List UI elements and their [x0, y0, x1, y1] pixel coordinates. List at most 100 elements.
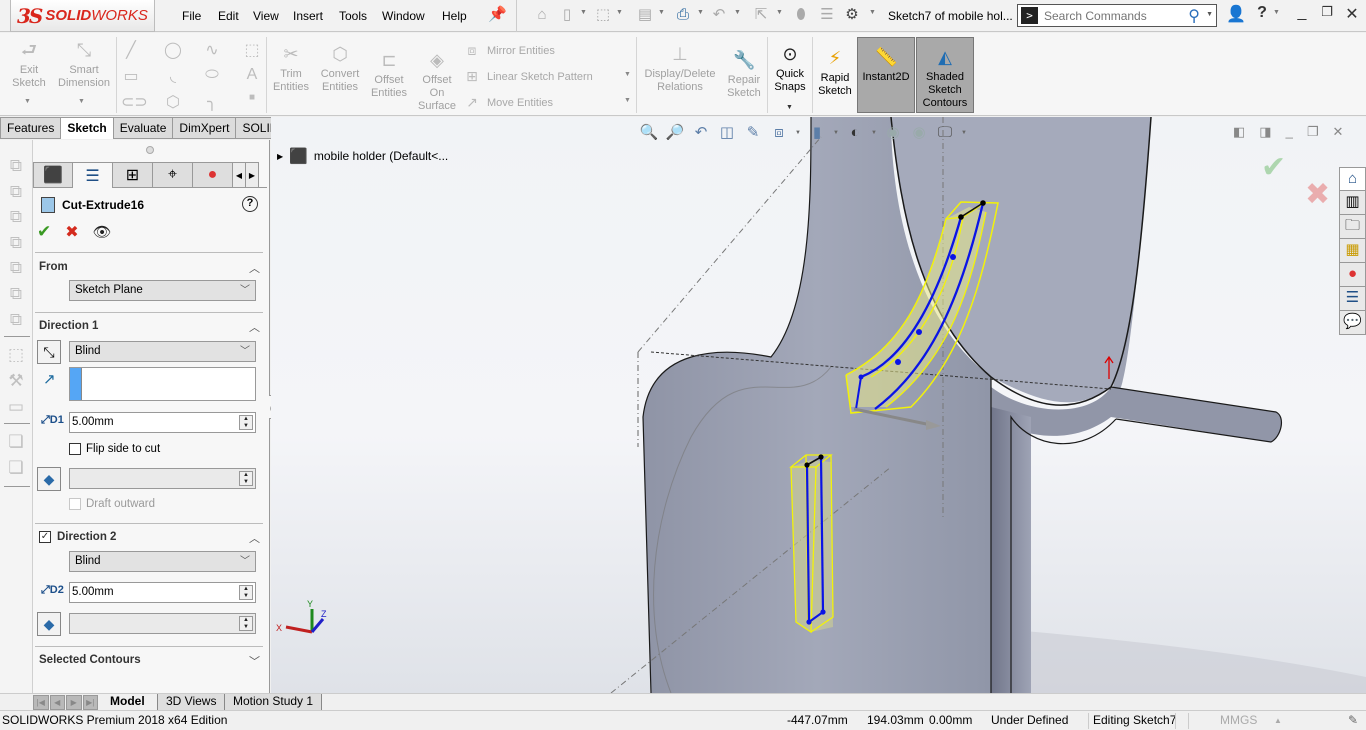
rapid-sketch-button[interactable]: ⚡ Rapid Sketch	[814, 47, 856, 98]
convert-entities-button[interactable]: ⬡ Convert Entities	[316, 43, 364, 94]
slot-icon[interactable]: ⊂⊃	[121, 92, 148, 112]
feature-tree-flyout[interactable]: ▶ ⬛ mobile holder (Default<...	[277, 147, 448, 165]
copy-icon[interactable]: ❏	[6, 458, 26, 478]
arc-icon[interactable]: ◟	[163, 66, 183, 86]
tab-evaluate[interactable]: Evaluate	[113, 117, 174, 139]
rebuild-icon[interactable]: ⬮	[792, 6, 810, 24]
menu-file[interactable]: File	[182, 9, 201, 23]
smart-dimension-button[interactable]: ⤡ Smart Dimension	[55, 39, 113, 90]
spin-buttons[interactable]: ▲ ▼	[239, 471, 253, 486]
print-icon[interactable]: ⎙	[674, 6, 692, 24]
close-icon[interactable]: ✕	[1342, 4, 1362, 24]
previous-view-icon[interactable]: ↶	[691, 123, 711, 143]
chevron-up-icon[interactable]: ︿	[249, 260, 260, 276]
draft-toggle-button[interactable]: ◆	[37, 467, 61, 491]
cancel-x-icon[interactable]: ✖	[65, 222, 78, 242]
chevron-down-icon[interactable]: ▼	[833, 130, 839, 136]
view-back-icon[interactable]: ⧉	[6, 182, 26, 202]
open-icon[interactable]: ⬚	[594, 6, 612, 24]
property-manager-tab-icon[interactable]: ☰	[73, 162, 113, 188]
polygon-icon[interactable]: ⬡	[163, 92, 183, 112]
graphics-area[interactable]: Y X Z ▶ ⬛ mobile holder (Default<... 🔍 🔎…	[271, 117, 1366, 693]
offset-on-surface-button[interactable]: ◈ Offset On Surface	[414, 49, 460, 113]
apply-scene-icon[interactable]: ◉	[909, 123, 929, 143]
chevron-down-icon[interactable]: ▼	[624, 71, 631, 78]
point-icon[interactable]: ■	[242, 92, 262, 103]
chevron-down-icon[interactable]: ▼	[580, 9, 587, 16]
dimxpert-manager-tab-icon[interactable]: ⌖	[153, 162, 193, 188]
menu-tools[interactable]: Tools	[339, 9, 367, 23]
edit-appearance-icon[interactable]: ◉	[883, 123, 903, 143]
search-input[interactable]	[1044, 8, 1174, 23]
unit-system[interactable]: MMGS	[1220, 713, 1257, 727]
repair-icon[interactable]: ⚒	[6, 371, 26, 391]
direction-selection-box[interactable]	[69, 367, 256, 401]
exit-sketch-button[interactable]: ⮐ Exit Sketch	[6, 39, 52, 90]
direction2-depth-input[interactable]: 5.00mm ▲ ▼	[69, 582, 256, 603]
sketch-icon[interactable]: ⬚	[6, 345, 26, 365]
solidworks-resources-icon[interactable]: ⌂	[1339, 167, 1366, 191]
ok-checkmark-icon[interactable]: ✔	[37, 222, 51, 242]
rectangle-icon[interactable]: ▭	[121, 66, 141, 86]
selected-contours-group-header[interactable]: Selected Contours	[39, 654, 141, 666]
search-commands[interactable]: > ⚲ ▼	[1017, 4, 1217, 27]
menu-view[interactable]: View	[253, 9, 279, 23]
close-icon[interactable]: ✕	[1332, 124, 1343, 140]
chevron-down-icon[interactable]: ▼	[697, 9, 704, 16]
trim-entities-button[interactable]: ✂ Trim Entities	[269, 43, 313, 94]
display-manager-tab-icon[interactable]: ●	[193, 162, 233, 188]
mirror-entities-button[interactable]: ⧈ Mirror Entities	[463, 42, 555, 59]
instant2d-button[interactable]: 📏 Instant2D	[857, 37, 915, 113]
ellipse-icon[interactable]: ⬭	[202, 66, 222, 84]
zoom-to-area-icon[interactable]: 🔎	[665, 123, 685, 143]
split-right-icon[interactable]: ◨	[1259, 124, 1271, 140]
draft-angle-input[interactable]: ▲ ▼	[69, 613, 256, 634]
file-explorer-icon[interactable]: 🗀	[1339, 215, 1366, 239]
tab-features[interactable]: Features	[0, 117, 62, 139]
chevron-down-icon[interactable]: ▼	[871, 130, 877, 136]
select-icon[interactable]: ⇱	[752, 6, 770, 24]
copy-icon[interactable]: ❏	[6, 432, 26, 452]
new-document-icon[interactable]: ▯	[558, 6, 576, 24]
design-library-icon[interactable]: ▥	[1339, 191, 1366, 215]
last-tab-icon[interactable]: ▶|	[82, 695, 98, 710]
line-icon[interactable]: ╱	[121, 40, 141, 60]
chevron-down-icon[interactable]: ▼	[624, 97, 631, 104]
plane-icon[interactable]: ⬚	[242, 40, 262, 60]
tab-dimxpert[interactable]: DimXpert	[173, 117, 237, 139]
appearances-icon[interactable]: ●	[1339, 263, 1366, 287]
from-group-header[interactable]: From	[39, 261, 68, 273]
draft-outward-checkbox[interactable]: Draft outward	[69, 498, 155, 510]
chevron-up-icon[interactable]: ︿	[249, 530, 260, 546]
direction2-checkbox[interactable]: ✓	[39, 531, 51, 543]
draft-toggle-button[interactable]: ◆	[37, 612, 61, 636]
spin-buttons[interactable]: ▲ ▼	[239, 585, 253, 600]
menu-window[interactable]: Window	[382, 9, 425, 23]
zoom-to-fit-icon[interactable]: 🔍	[639, 123, 659, 143]
tab-scroll-left-icon[interactable]: ◀	[233, 162, 246, 188]
expand-arrow-icon[interactable]: ▶	[277, 152, 283, 161]
tab-3d-views[interactable]: 3D Views	[157, 694, 226, 711]
tab-model[interactable]: Model	[102, 694, 153, 711]
section-view-icon[interactable]: ◫	[717, 123, 737, 143]
chevron-down-icon[interactable]: ▼	[78, 98, 85, 105]
chevron-down-icon[interactable]: ▼	[776, 9, 783, 16]
forum-icon[interactable]: 💬	[1339, 311, 1366, 335]
text-icon[interactable]: A	[242, 66, 262, 84]
view-top-icon[interactable]: ⧉	[6, 258, 26, 278]
menu-edit[interactable]: Edit	[218, 9, 239, 23]
undo-icon[interactable]: ↶	[710, 6, 728, 24]
chevron-down-icon[interactable]: ▼	[1273, 9, 1280, 16]
view-right-icon[interactable]: ⧉	[6, 233, 26, 253]
solidworks-logo[interactable]: 3S SOLIDWORKS	[10, 0, 155, 32]
view-isometric-icon[interactable]: ⧉	[6, 310, 26, 330]
restore-icon[interactable]: ❐	[1317, 4, 1337, 20]
preview-eye-icon[interactable]: 👁	[93, 223, 112, 241]
menu-insert[interactable]: Insert	[293, 9, 323, 23]
chevron-down-icon[interactable]: ▼	[658, 9, 665, 16]
confirm-corner-ok-icon[interactable]: ✔	[1261, 150, 1286, 185]
tab-scroll-right-icon[interactable]: ▶	[246, 162, 259, 188]
flip-side-to-cut-checkbox[interactable]: Flip side to cut	[69, 443, 160, 455]
offset-entities-button[interactable]: ⊏ Offset Entities	[367, 49, 411, 100]
chevron-down-icon[interactable]: ▼	[961, 130, 967, 136]
